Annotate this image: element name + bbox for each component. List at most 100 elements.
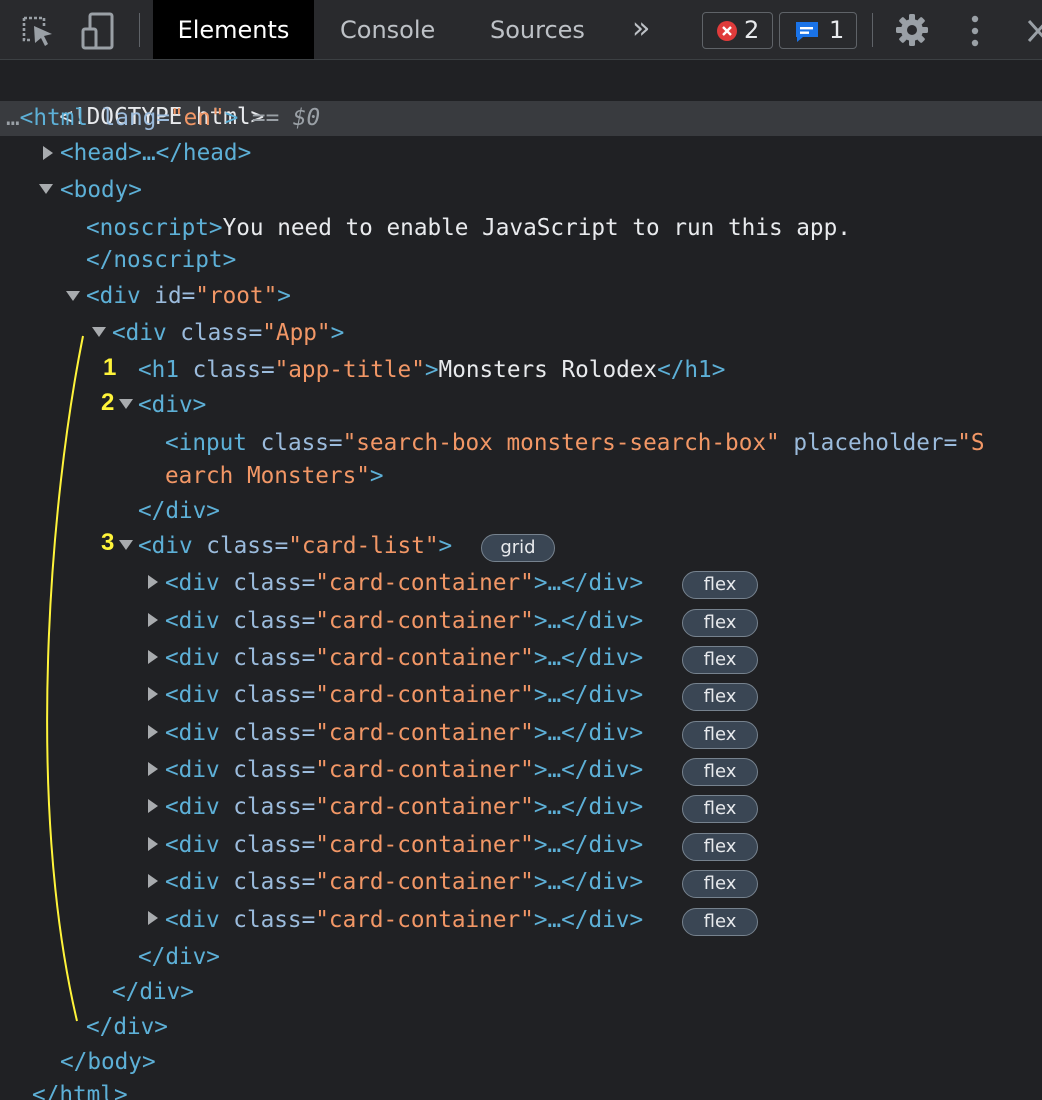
tree-row-card-container[interactable]: <div class="card-container">…</div> bbox=[165, 641, 643, 675]
close-icon[interactable] bbox=[1026, 18, 1042, 44]
html-close-bracket: > bbox=[224, 105, 239, 131]
flex-badge[interactable]: flex bbox=[682, 609, 758, 637]
tree-row-card-container[interactable]: <div class="card-container">…</div> bbox=[165, 566, 643, 600]
noscript-close-tag: </noscript> bbox=[86, 247, 237, 273]
tree-row-card-container[interactable]: <div class="card-container">…</div> bbox=[165, 903, 643, 937]
class-attr: class= bbox=[178, 357, 275, 383]
collapse-triangle-icon[interactable] bbox=[119, 399, 133, 409]
tab-elements[interactable]: Elements bbox=[153, 0, 314, 59]
selected-marker: == $0 bbox=[238, 105, 321, 131]
flex-badge[interactable]: flex bbox=[682, 908, 758, 936]
error-count-button[interactable]: 2 bbox=[702, 12, 773, 49]
html-tag: <html bbox=[19, 105, 88, 131]
tree-row-html-close[interactable]: </html> bbox=[32, 1078, 128, 1100]
tree-row-head[interactable]: <head>…</head> bbox=[60, 136, 251, 170]
tree-row-search-div[interactable]: <div> bbox=[138, 388, 206, 422]
div-close-tag: </div> bbox=[138, 944, 220, 970]
more-tabs-button[interactable]: » bbox=[632, 0, 650, 59]
tree-row-card-container[interactable]: <div class="card-container">…</div> bbox=[165, 865, 643, 899]
placeholder-attr: placeholder= bbox=[779, 430, 958, 456]
tree-row-doctype[interactable]: <!DOCTYPE html> bbox=[32, 66, 264, 130]
tab-console[interactable]: Console bbox=[340, 0, 435, 59]
flex-badge[interactable]: flex bbox=[682, 646, 758, 674]
div-tag: <div bbox=[86, 283, 141, 309]
div-tag: <div bbox=[165, 832, 220, 858]
tree-row-body[interactable]: <body> bbox=[60, 173, 142, 207]
ellipsis-icon[interactable]: … bbox=[6, 105, 20, 131]
gear-icon[interactable] bbox=[895, 13, 929, 47]
tree-row-input[interactable]: <input class="search-box monsters-search… bbox=[165, 426, 985, 460]
tree-row-app[interactable]: <div class="App"> bbox=[112, 316, 344, 350]
expand-triangle-icon[interactable] bbox=[148, 613, 158, 627]
div-tag: <div bbox=[165, 645, 220, 671]
tree-row-card-container[interactable]: <div class="card-container">…</div> bbox=[165, 828, 643, 862]
placeholder-value: "S bbox=[957, 430, 985, 456]
div-tag: <div bbox=[165, 682, 220, 708]
class-attr: class= bbox=[219, 645, 316, 671]
collapse-triangle-icon[interactable] bbox=[66, 291, 80, 301]
issue-count: 1 bbox=[829, 16, 845, 44]
flex-badge[interactable]: flex bbox=[682, 833, 758, 861]
class-attr: class= bbox=[219, 682, 316, 708]
expand-triangle-icon[interactable] bbox=[148, 874, 158, 888]
tree-row-card-list-close[interactable]: </div> bbox=[138, 940, 220, 974]
input-tag: <input bbox=[165, 430, 247, 456]
tree-row-noscript[interactable]: <noscript>You need to enable JavaScript … bbox=[86, 211, 851, 245]
expand-triangle-icon[interactable] bbox=[148, 725, 158, 739]
expand-triangle-icon[interactable] bbox=[148, 687, 158, 701]
tab-sources[interactable]: Sources bbox=[490, 0, 585, 59]
html-lang-value: "en" bbox=[169, 105, 225, 131]
flex-badge[interactable]: flex bbox=[682, 870, 758, 898]
div-tag: <div bbox=[165, 869, 220, 895]
tree-row-card-container[interactable]: <div class="card-container">…</div> bbox=[165, 790, 643, 824]
flex-badge[interactable]: flex bbox=[682, 571, 758, 599]
tree-row-h1[interactable]: <h1 class="app-title">Monsters Rolodex</… bbox=[138, 353, 725, 387]
flex-badge[interactable]: flex bbox=[682, 758, 758, 786]
collapse-triangle-icon[interactable] bbox=[119, 540, 133, 550]
class-value: "card-container" bbox=[315, 570, 534, 596]
class-attr: class= bbox=[219, 570, 316, 596]
div-tag: <div bbox=[165, 757, 220, 783]
class-attr: class= bbox=[219, 757, 316, 783]
tree-row-card-container[interactable]: <div class="card-container">…</div> bbox=[165, 753, 643, 787]
collapse-triangle-icon[interactable] bbox=[92, 327, 106, 337]
issues-count-button[interactable]: 1 bbox=[779, 12, 857, 49]
collapsed-content: …</div> bbox=[547, 757, 644, 783]
expand-triangle-icon[interactable] bbox=[148, 911, 158, 925]
expand-triangle-icon[interactable] bbox=[43, 146, 53, 160]
expand-triangle-icon[interactable] bbox=[148, 575, 158, 589]
toolbar-separator bbox=[139, 13, 140, 47]
class-value: "app-title" bbox=[274, 357, 425, 383]
expand-triangle-icon[interactable] bbox=[148, 650, 158, 664]
tree-row-root[interactable]: <div id="root"> bbox=[86, 279, 291, 313]
annotation-number-2: 2 bbox=[101, 389, 115, 416]
tree-row-input-wrap[interactable]: earch Monsters"> bbox=[165, 459, 384, 493]
tree-row-card-container[interactable]: <div class="card-container">…</div> bbox=[165, 604, 643, 638]
collapse-triangle-icon[interactable] bbox=[39, 184, 53, 194]
tree-row-html[interactable]: …<html lang="en"> == $0 bbox=[6, 101, 320, 135]
kebab-menu-icon[interactable] bbox=[965, 14, 985, 48]
div-tag: <div bbox=[165, 570, 220, 596]
tree-row-noscript-close[interactable]: </noscript> bbox=[86, 243, 236, 277]
placeholder-value: earch Monsters" bbox=[165, 463, 370, 489]
toolbar-separator bbox=[872, 13, 873, 47]
expand-triangle-icon[interactable] bbox=[148, 799, 158, 813]
tree-row-root-close[interactable]: </div> bbox=[86, 1010, 168, 1044]
tree-row-card-list[interactable]: <div class="card-list"> bbox=[138, 529, 452, 563]
div-tag: <div bbox=[165, 720, 220, 746]
tree-row-card-container[interactable]: <div class="card-container">…</div> bbox=[165, 678, 643, 712]
tree-row-body-close[interactable]: </body> bbox=[60, 1045, 156, 1079]
div-tag: <div bbox=[165, 794, 220, 820]
div-tag: <div bbox=[112, 320, 167, 346]
expand-triangle-icon[interactable] bbox=[148, 762, 158, 776]
tree-row-app-close[interactable]: </div> bbox=[112, 975, 194, 1009]
flex-badge[interactable]: flex bbox=[682, 721, 758, 749]
grid-badge[interactable]: grid bbox=[481, 534, 555, 562]
flex-badge[interactable]: flex bbox=[682, 683, 758, 711]
flex-badge[interactable]: flex bbox=[682, 795, 758, 823]
tree-row-div-close[interactable]: </div> bbox=[138, 494, 220, 528]
div-tag: <div bbox=[165, 907, 220, 933]
expand-triangle-icon[interactable] bbox=[148, 837, 158, 851]
class-attr: class= bbox=[219, 608, 316, 634]
tree-row-card-container[interactable]: <div class="card-container">…</div> bbox=[165, 716, 643, 750]
